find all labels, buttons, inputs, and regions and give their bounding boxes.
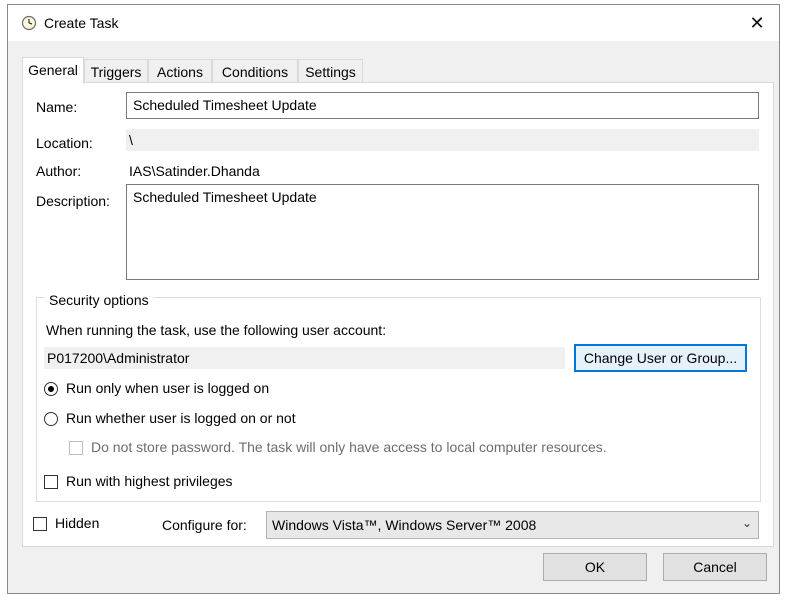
account-prompt: When running the task, use the following… xyxy=(46,322,387,338)
cancel-button[interactable]: Cancel xyxy=(663,553,767,581)
no-store-password-label: Do not store password. The task will onl… xyxy=(91,439,607,455)
chevron-down-icon: ⌄ xyxy=(741,516,752,530)
name-input[interactable]: Scheduled Timesheet Update xyxy=(126,92,759,119)
no-store-password-checkbox[interactable] xyxy=(69,441,83,455)
change-user-button[interactable]: Change User or Group... xyxy=(574,344,747,372)
tab-triggers[interactable]: Triggers xyxy=(84,59,148,83)
tab-settings[interactable]: Settings xyxy=(298,59,363,83)
configure-for-select[interactable]: Windows Vista™, Windows Server™ 2008 ⌄ xyxy=(266,511,759,539)
highest-privileges-label[interactable]: Run with highest privileges xyxy=(66,473,233,489)
close-button[interactable]: ✕ xyxy=(735,5,779,41)
tab-actions[interactable]: Actions xyxy=(148,59,212,83)
tab-conditions[interactable]: Conditions xyxy=(212,59,298,83)
clock-icon xyxy=(21,15,37,31)
hidden-checkbox[interactable] xyxy=(33,517,47,531)
highest-privileges-checkbox[interactable] xyxy=(44,475,58,489)
run-logged-on-radio[interactable] xyxy=(44,382,58,396)
description-textarea[interactable]: Scheduled Timesheet Update xyxy=(126,184,759,280)
general-panel: Name: Scheduled Timesheet Update Locatio… xyxy=(22,82,774,547)
run-whether-logged-label[interactable]: Run whether user is logged on or not xyxy=(66,410,296,426)
user-account-value: P017200\Administrator xyxy=(44,347,565,369)
security-options-title: Security options xyxy=(45,292,153,308)
location-label: Location: xyxy=(36,135,93,151)
run-logged-on-label[interactable]: Run only when user is logged on xyxy=(66,380,269,396)
tab-general[interactable]: General xyxy=(22,57,84,84)
location-value: \ xyxy=(126,129,759,151)
run-whether-logged-radio[interactable] xyxy=(44,412,58,426)
name-label: Name: xyxy=(36,99,78,115)
configure-for-value: Windows Vista™, Windows Server™ 2008 xyxy=(272,517,537,533)
author-value: IAS\Satinder.Dhanda xyxy=(129,163,260,179)
window-title: Create Task xyxy=(44,15,119,31)
hidden-label[interactable]: Hidden xyxy=(55,515,99,531)
configure-for-label: Configure for: xyxy=(162,517,247,533)
ok-button[interactable]: OK xyxy=(543,553,647,581)
description-label: Description: xyxy=(36,193,110,209)
close-icon: ✕ xyxy=(749,12,765,33)
create-task-dialog: Create Task ✕ General Triggers Actions C… xyxy=(7,4,780,594)
author-label: Author: xyxy=(36,163,82,179)
title-bar: Create Task ✕ xyxy=(8,5,779,41)
